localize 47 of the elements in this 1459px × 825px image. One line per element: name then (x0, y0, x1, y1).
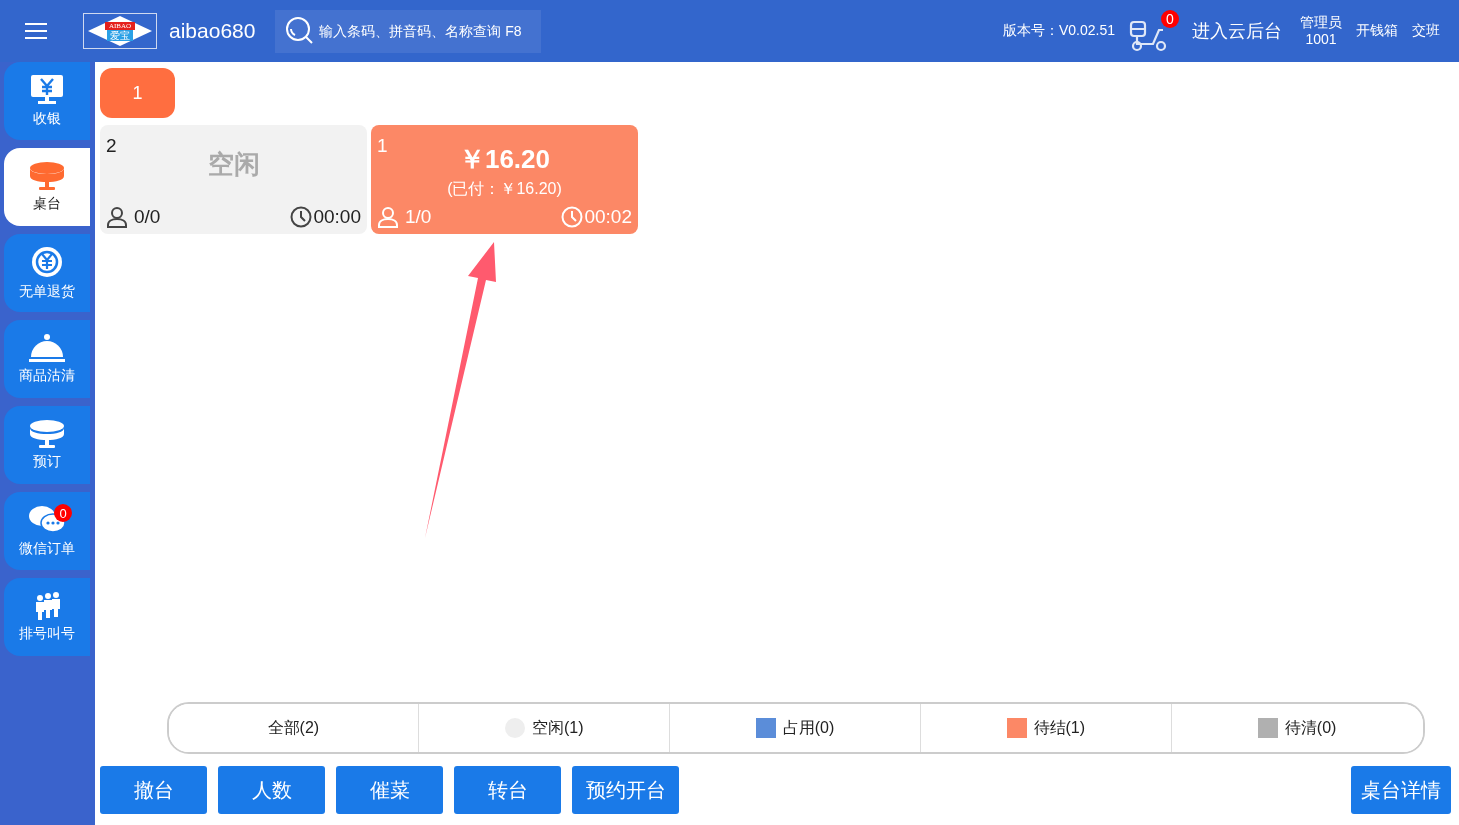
action-button[interactable]: 催菜 (336, 766, 443, 814)
person-icon (377, 206, 399, 228)
sidebar-item[interactable]: 收银 (4, 62, 90, 140)
store-name: aibao680 (169, 19, 256, 43)
table-icon (29, 161, 65, 191)
logo-subtext: 爱宝 (107, 29, 133, 41)
sidebar-item[interactable]: 预订 (4, 406, 90, 484)
elapsed-time: 00:02 (584, 206, 632, 228)
version-label: 版本号：V0.02.51 (1002, 22, 1115, 40)
menu-icon[interactable] (25, 23, 47, 39)
area-tab[interactable]: 1 (100, 68, 175, 118)
header-action[interactable]: 交班 (1412, 22, 1440, 40)
person-icon (106, 206, 128, 228)
action-button[interactable]: 转台 (454, 766, 561, 814)
cloud-backend-link[interactable]: 进入云后台 (1192, 19, 1282, 43)
user-id: 1001 (1305, 31, 1337, 48)
table-card[interactable]: 2 空闲 0/0 00:00 (100, 125, 367, 234)
table-status: 空闲 (207, 148, 260, 181)
action-button[interactable]: 撤台 (100, 766, 207, 814)
filter-tab[interactable]: 全部(2) (168, 704, 420, 752)
table-card[interactable]: 1 ￥16.20 (已付：￥16.20) 1/0 00:02 (371, 125, 638, 234)
delivery-button[interactable]: 0 (1129, 10, 1179, 52)
sidebar-item[interactable]: 排号叫号 (4, 578, 90, 656)
action-button[interactable]: 预约开台 (572, 766, 679, 814)
header-action[interactable]: 开钱箱 (1356, 22, 1398, 40)
guest-count: 0/0 (134, 206, 161, 228)
clock-icon (290, 206, 313, 228)
table-number: 1 (377, 135, 388, 157)
action-button[interactable]: 人数 (218, 766, 325, 814)
user-role: 管理员 (1300, 14, 1342, 31)
notification-badge: 0 (54, 504, 72, 522)
clock-icon (561, 206, 584, 228)
paid-amount: (已付：￥16.20) (447, 178, 562, 199)
sidebar-item[interactable]: 微信订单 0 (4, 492, 90, 570)
table-amount: ￥16.20 (458, 142, 551, 176)
table-detail-button[interactable]: 桌台详情 (1351, 766, 1451, 814)
table-number: 2 (106, 135, 117, 157)
cloche-icon (28, 333, 66, 363)
sidebar-item[interactable]: 桌台 (4, 148, 90, 226)
table-icon (29, 419, 65, 449)
sidebar-item[interactable]: 商品沽清 (4, 320, 90, 398)
search-field[interactable]: 输入条码、拼音码、名称查询 F8 (275, 9, 542, 53)
yen-return-icon (30, 245, 64, 279)
guest-count: 1/0 (405, 206, 432, 228)
elapsed-time: 00:00 (313, 206, 361, 228)
sidebar-item[interactable]: 无单退货 (4, 234, 90, 312)
monitor-yen-icon (30, 74, 64, 106)
